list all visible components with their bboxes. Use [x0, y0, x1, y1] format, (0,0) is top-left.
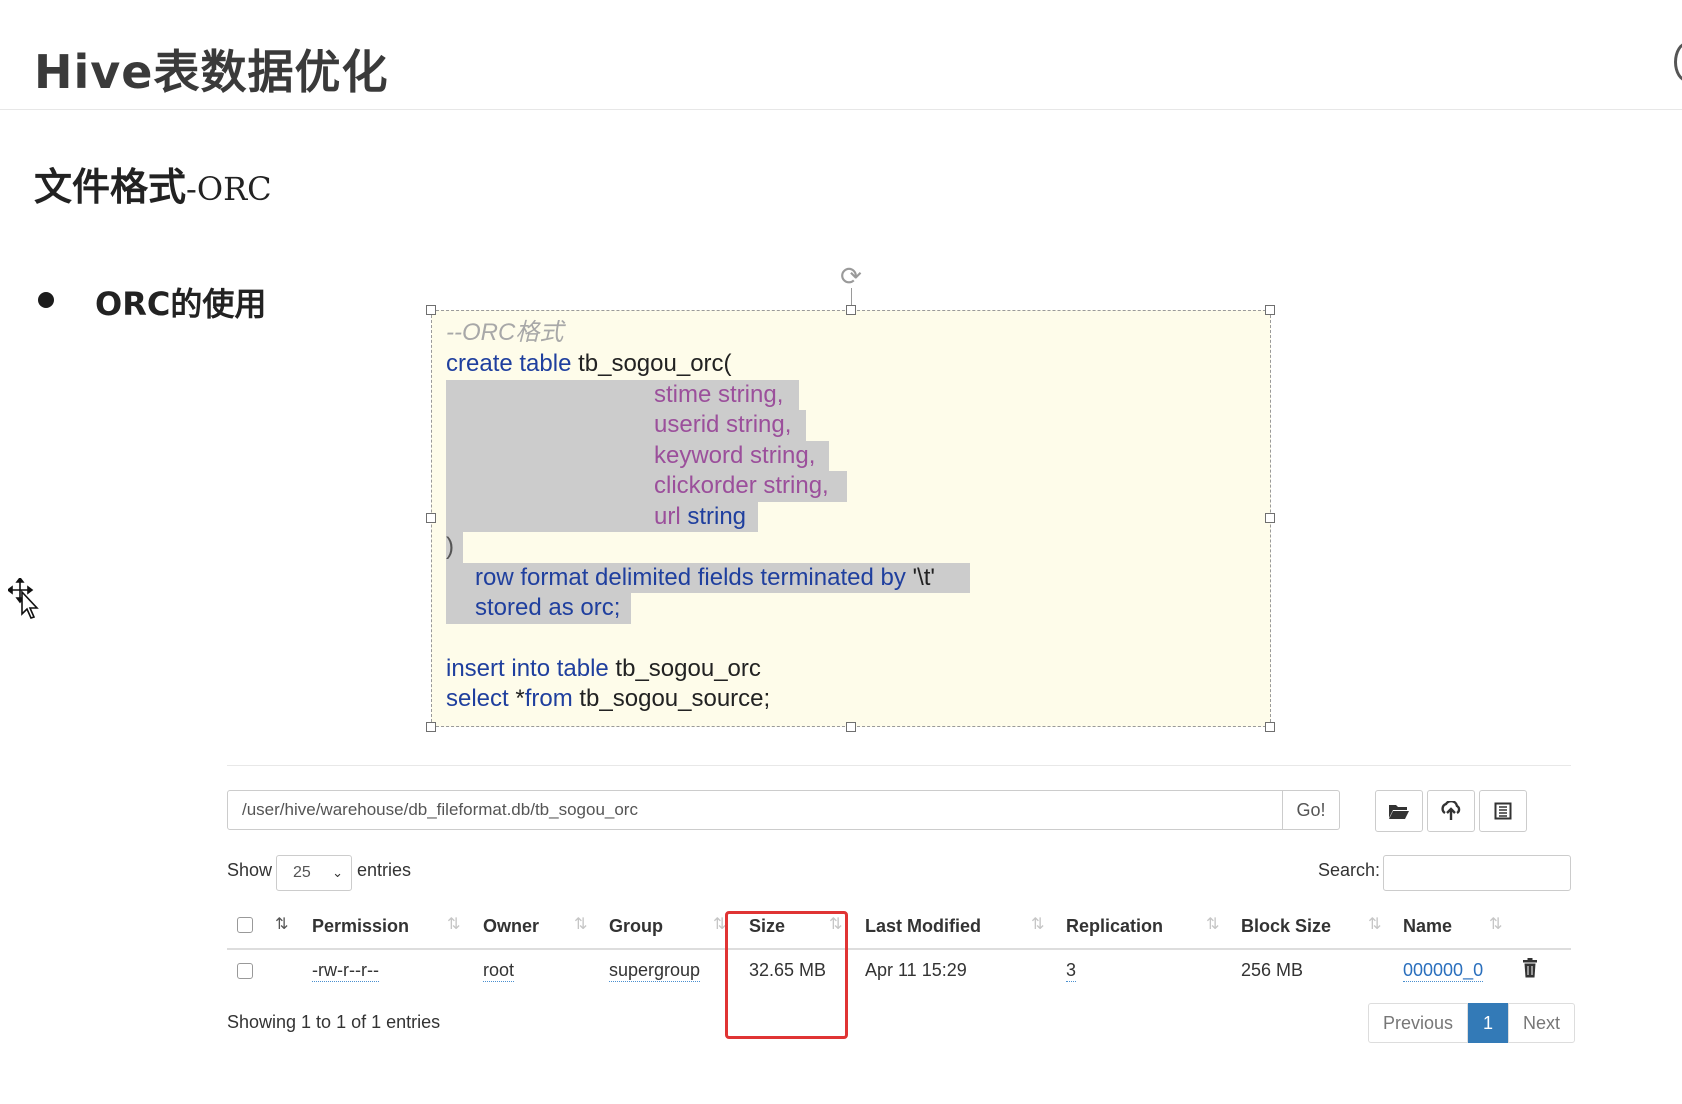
code-create-line: create table tb_sogou_orc( [446, 349, 732, 379]
code-create-keyword: create table [446, 350, 572, 377]
sort-icon[interactable]: ⇅ [1368, 914, 1381, 934]
chevron-down-icon: ⌄ [332, 865, 343, 880]
folder-open-icon [1389, 805, 1409, 819]
size-column-highlight [725, 911, 848, 1039]
showing-entries-text: Showing 1 to 1 of 1 entries [227, 1012, 441, 1032]
next-page-button[interactable]: Next [1508, 1003, 1576, 1043]
browser-divider [227, 765, 1571, 766]
code-create-table-name: tb_sogou_orc( [571, 350, 732, 377]
sort-icon[interactable]: ⇅ [1206, 914, 1219, 934]
delete-trash-icon[interactable] [1522, 958, 1538, 983]
entries-per-page-value: 25 [293, 864, 311, 881]
resize-handle-nw[interactable] [426, 305, 436, 315]
page-1-button[interactable]: 1 [1468, 1003, 1509, 1043]
code-field-name: url [654, 503, 681, 530]
upload-button[interactable] [1427, 790, 1475, 832]
sort-icon[interactable]: ⇅ [574, 914, 587, 934]
cell-file-name-link[interactable]: 000000_0 [1403, 960, 1484, 982]
go-button[interactable]: Go! [1282, 790, 1340, 830]
sort-icon[interactable]: ⇅ [275, 914, 288, 934]
table-header-divider [227, 948, 1571, 950]
rotate-handle-icon[interactable]: ⟳ [837, 262, 865, 290]
code-select-line: select *from tb_sogou_source; [446, 684, 770, 714]
create-directory-button[interactable] [1375, 790, 1423, 832]
bullet-icon [38, 292, 54, 308]
code-insert-keyword: insert into table [446, 655, 609, 682]
cut-icon [1494, 802, 1512, 820]
code-comment: --ORC格式 [446, 319, 564, 346]
resize-handle-sw[interactable] [426, 722, 436, 732]
code-field-line: clickorder string, [654, 471, 829, 501]
code-field-name: keyword [654, 442, 744, 469]
code-from-table-name: tb_sogou_source; [572, 685, 771, 712]
code-field-type: string, [743, 442, 816, 469]
search-input[interactable] [1383, 855, 1571, 891]
code-select-star: * [508, 685, 525, 712]
code-row-format: row format delimited fields terminated b… [475, 564, 906, 591]
code-insert-line: insert into table tb_sogou_orc [446, 654, 761, 684]
select-all-checkbox[interactable] [237, 917, 253, 933]
cell-group[interactable]: supergroup [609, 960, 701, 982]
section-heading-suffix: -ORC [186, 170, 272, 208]
move-cursor-icon [6, 576, 42, 627]
code-field-name: userid [654, 411, 720, 438]
cell-replication[interactable]: 3 [1066, 960, 1077, 982]
resize-handle-w[interactable] [426, 513, 436, 523]
search-label: Search: [1318, 860, 1381, 880]
code-row-format-line: row format delimited fields terminated b… [475, 563, 935, 593]
code-field-line: url string [654, 502, 746, 532]
entries-per-page-select[interactable]: 25 ⌄ [276, 855, 352, 891]
code-field-type: string, [719, 411, 792, 438]
cell-block-size: 256 MB [1241, 960, 1304, 980]
row-checkbox[interactable] [237, 963, 253, 979]
column-header-owner[interactable]: Owner [483, 916, 539, 937]
sort-icon[interactable]: ⇅ [447, 914, 460, 934]
section-heading: 文件格式-ORC [34, 156, 272, 211]
column-header-group[interactable]: Group [609, 916, 663, 937]
code-field-name: clickorder [654, 472, 757, 499]
sort-icon[interactable]: ⇅ [1489, 914, 1502, 934]
previous-page-button[interactable]: Previous [1368, 1003, 1469, 1043]
cell-permission[interactable]: -rw-r--r-- [312, 960, 379, 982]
code-field-name: stime [654, 381, 712, 408]
column-header-replication[interactable]: Replication [1066, 916, 1163, 937]
resize-handle-n[interactable] [846, 305, 856, 315]
column-header-name[interactable]: Name [1403, 916, 1452, 937]
title-divider [0, 109, 1682, 110]
code-field-line: userid string, [654, 410, 791, 440]
cell-last-modified: Apr 11 15:29 [865, 960, 967, 980]
entries-label: entries [357, 860, 412, 880]
bullet-text: ORC的使用 [95, 285, 267, 323]
edge-glyph [1674, 42, 1682, 82]
code-from-keyword: from [524, 685, 573, 712]
code-field-type: string, [756, 472, 829, 499]
code-select-keyword: select [446, 685, 509, 712]
code-field-line: keyword string, [654, 441, 815, 471]
path-input[interactable]: /user/hive/warehouse/db_fileformat.db/tb… [227, 790, 1283, 830]
column-header-block-size[interactable]: Block Size [1241, 916, 1331, 937]
code-field-type: string, [711, 381, 784, 408]
pagination: Previous 1 Next [1368, 1003, 1576, 1043]
code-row-format-delimiter: '\t' [905, 564, 936, 591]
resize-handle-e[interactable] [1265, 513, 1275, 523]
slide-title: Hive表数据优化 [34, 45, 389, 99]
code-field-type: string [680, 503, 747, 530]
upload-icon [1441, 801, 1461, 820]
column-header-permission[interactable]: Permission [312, 916, 409, 937]
code-field-line: stime string, [654, 380, 783, 410]
section-heading-main: 文件格式 [34, 165, 187, 209]
sort-icon[interactable]: ⇅ [1031, 914, 1044, 934]
resize-handle-ne[interactable] [1265, 305, 1275, 315]
cut-button[interactable] [1479, 790, 1527, 832]
resize-handle-se[interactable] [1265, 722, 1275, 732]
code-close-paren: ) [446, 533, 454, 560]
code-stored-as: stored as orc; [475, 594, 621, 621]
column-header-last-modified[interactable]: Last Modified [865, 916, 981, 937]
show-label: Show [227, 860, 273, 880]
resize-handle-s[interactable] [846, 722, 856, 732]
cell-owner[interactable]: root [483, 960, 515, 982]
code-insert-table-name: tb_sogou_orc [608, 655, 761, 682]
